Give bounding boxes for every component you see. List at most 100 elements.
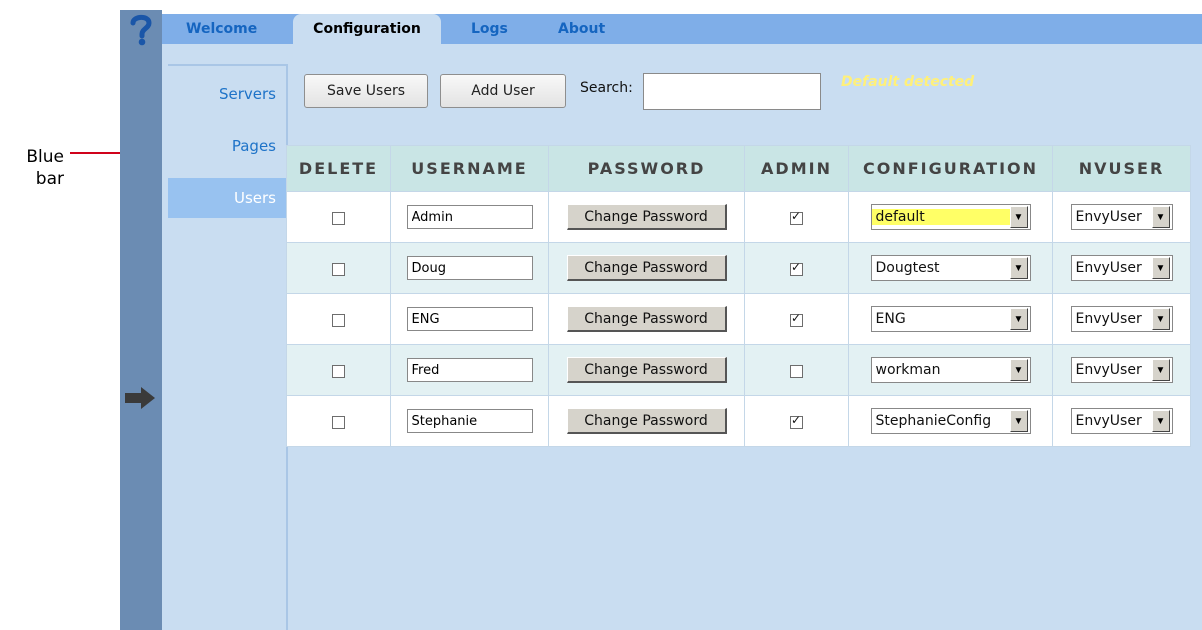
dropdown-arrow-icon[interactable]: ▼ [1009, 308, 1028, 330]
admin-checkbox[interactable] [790, 311, 803, 327]
admin-cell [744, 293, 849, 345]
configuration-value: StephanieConfig [875, 413, 992, 429]
delete-checkbox[interactable] [332, 313, 345, 327]
table-row: Change Password StephanieConfig ▼ EnvyUse… [286, 395, 1191, 447]
change-password-button[interactable]: Change Password [566, 306, 727, 332]
dropdown-arrow-icon[interactable]: ▼ [1009, 257, 1028, 279]
sidebar-item-users[interactable]: Users [168, 178, 286, 218]
delete-cell [286, 293, 391, 345]
configuration-select[interactable]: default ▼ [870, 204, 1031, 230]
dropdown-arrow-icon[interactable]: ▼ [1151, 206, 1170, 228]
tab-logs[interactable]: Logs [471, 14, 508, 44]
delete-cell [286, 344, 391, 396]
admin-checkbox[interactable] [790, 209, 803, 225]
header-password: PASSWORD [548, 145, 745, 192]
password-cell: Change Password [548, 395, 745, 447]
header-nvuser: NVUSER [1052, 145, 1191, 192]
dropdown-arrow-icon[interactable]: ▼ [1151, 359, 1170, 381]
delete-checkbox[interactable] [332, 211, 345, 225]
admin-cell [744, 395, 849, 447]
delete-checkbox[interactable] [332, 364, 345, 378]
nvuser-value: EnvyUser [1075, 413, 1142, 429]
configuration-select[interactable]: StephanieConfig ▼ [870, 408, 1031, 434]
configuration-cell: StephanieConfig ▼ [848, 395, 1053, 447]
configuration-select[interactable]: workman ▼ [870, 357, 1031, 383]
password-cell: Change Password [548, 191, 745, 243]
table-row: Change Password ENG ▼ EnvyUser ▼ [286, 293, 1191, 345]
username-field[interactable] [406, 205, 533, 229]
header-admin: ADMIN [744, 145, 849, 192]
question-mark-icon[interactable] [124, 12, 158, 46]
table-row: Change Password Dougtest ▼ EnvyUser ▼ [286, 242, 1191, 294]
dropdown-arrow-icon[interactable]: ▼ [1009, 206, 1028, 228]
annotation-line-2: bar [35, 169, 64, 189]
nvuser-value: EnvyUser [1075, 209, 1142, 225]
username-cell [390, 191, 549, 243]
password-cell: Change Password [548, 242, 745, 294]
username-field[interactable] [406, 409, 533, 433]
nvuser-cell: EnvyUser ▼ [1052, 344, 1191, 396]
username-cell [390, 242, 549, 294]
configuration-value: default [871, 209, 1010, 225]
password-cell: Change Password [548, 344, 745, 396]
dropdown-arrow-icon[interactable]: ▼ [1151, 410, 1170, 432]
delete-cell [286, 242, 391, 294]
username-field[interactable] [406, 307, 533, 331]
configuration-value: ENG [875, 311, 906, 327]
configuration-cell: Dougtest ▼ [848, 242, 1053, 294]
tab-welcome[interactable]: Welcome [186, 14, 257, 44]
nvuser-select[interactable]: EnvyUser ▼ [1070, 255, 1173, 281]
table-row: Change Password workman ▼ EnvyUser ▼ [286, 344, 1191, 396]
username-field[interactable] [406, 358, 533, 382]
tab-about[interactable]: About [558, 14, 605, 44]
annotation-label: Blue bar [4, 146, 64, 190]
save-users-button[interactable]: Save Users [304, 74, 428, 108]
admin-cell [744, 191, 849, 243]
admin-cell [744, 344, 849, 396]
table-row: Change Password default▼ EnvyUser▼ [286, 191, 1191, 243]
configuration-value: workman [875, 362, 941, 378]
username-field[interactable] [406, 256, 533, 280]
delete-checkbox[interactable] [332, 415, 345, 429]
nvuser-cell: EnvyUser ▼ [1052, 293, 1191, 345]
search-label: Search: [580, 80, 633, 96]
dropdown-arrow-icon[interactable]: ▼ [1009, 359, 1028, 381]
users-content: Save Users Add User Search: Default dete… [286, 44, 1202, 630]
change-password-button[interactable]: Change Password [566, 408, 727, 434]
add-user-button[interactable]: Add User [440, 74, 566, 108]
side-nav: Servers Pages Users [168, 64, 288, 630]
admin-checkbox[interactable] [790, 260, 803, 276]
change-password-button[interactable]: Change Password [566, 357, 727, 383]
nvuser-select[interactable]: EnvyUser ▼ [1070, 306, 1173, 332]
nvuser-select[interactable]: EnvyUser ▼ [1070, 408, 1173, 434]
nvuser-value: EnvyUser [1075, 362, 1142, 378]
sidebar-item-pages[interactable]: Pages [168, 126, 286, 166]
admin-checkbox[interactable] [790, 413, 803, 429]
tab-bar: Welcome Configuration Logs About [162, 14, 1202, 44]
dropdown-arrow-icon[interactable]: ▼ [1009, 410, 1028, 432]
search-input[interactable] [643, 73, 821, 110]
password-cell: Change Password [548, 293, 745, 345]
configuration-cell: default ▼ [848, 191, 1053, 243]
right-arrow-icon[interactable] [123, 386, 157, 410]
username-cell [390, 293, 549, 345]
configuration-cell: ENG ▼ [848, 293, 1053, 345]
delete-checkbox[interactable] [332, 262, 345, 276]
tab-configuration[interactable]: Configuration [293, 14, 441, 44]
side-nav-border [168, 64, 286, 66]
sidebar-item-servers[interactable]: Servers [168, 74, 286, 114]
table-header-row: DELETE USERNAME PASSWORD ADMIN CONFIGURA… [286, 145, 1191, 192]
delete-cell [286, 395, 391, 447]
dropdown-arrow-icon[interactable]: ▼ [1151, 308, 1170, 330]
admin-cell [744, 242, 849, 294]
dropdown-arrow-icon[interactable]: ▼ [1151, 257, 1170, 279]
nvuser-cell: EnvyUser ▼ [1052, 395, 1191, 447]
configuration-select[interactable]: ENG ▼ [870, 306, 1031, 332]
nvuser-select[interactable]: EnvyUser ▼ [1070, 357, 1173, 383]
configuration-select[interactable]: Dougtest ▼ [870, 255, 1031, 281]
users-table: DELETE USERNAME PASSWORD ADMIN CONFIGURA… [286, 145, 1191, 447]
change-password-button[interactable]: Change Password [566, 204, 727, 230]
nvuser-select[interactable]: EnvyUser ▼ [1070, 204, 1173, 230]
change-password-button[interactable]: Change Password [566, 255, 727, 281]
admin-checkbox[interactable] [790, 364, 803, 378]
